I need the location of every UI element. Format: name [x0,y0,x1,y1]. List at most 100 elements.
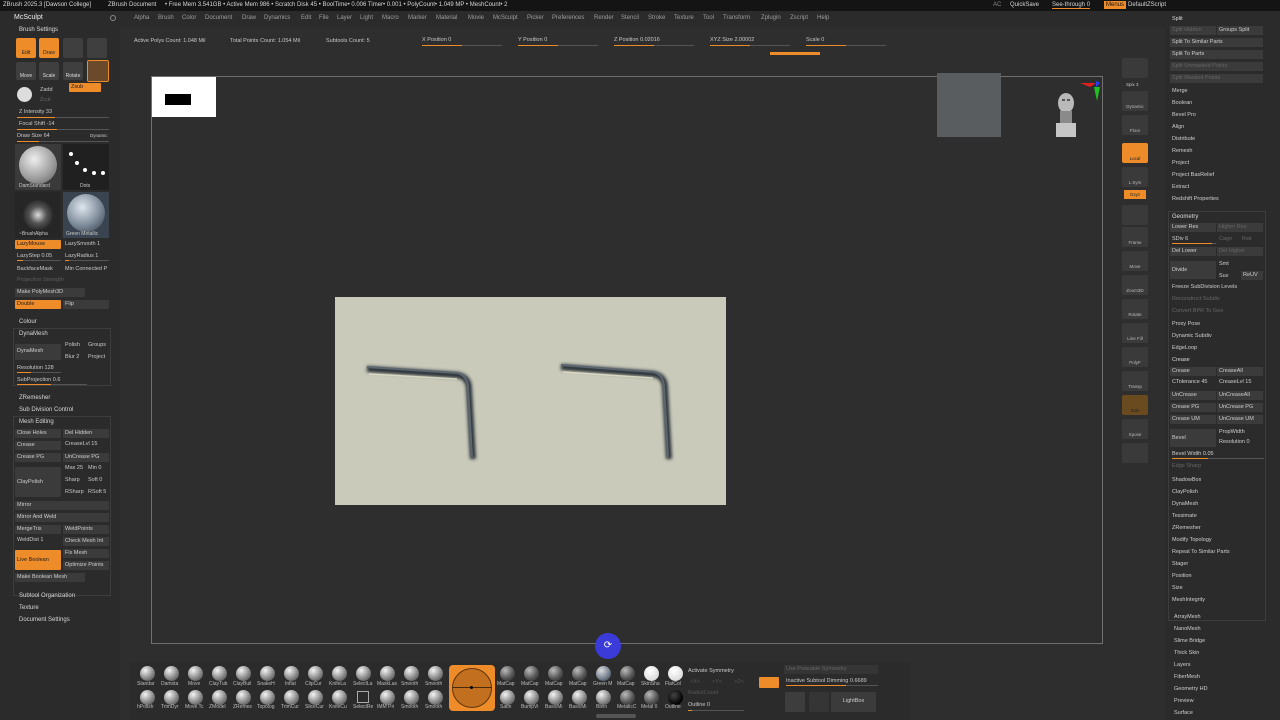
rgb-icon[interactable] [63,38,83,58]
lazysmooth-slider[interactable]: LazySmooth 1 [65,241,100,247]
line-fill-button[interactable]: Line Fill [1122,323,1148,343]
thick-skin-section[interactable]: Thick Skin [1174,650,1199,656]
crease-pg-button[interactable]: Crease PG [15,453,61,462]
sculpt-mesh-plane[interactable] [335,297,726,505]
shadowbox-section[interactable]: ShadowBox [1172,477,1201,483]
menu-zplugin[interactable]: Zplugin [761,15,781,21]
symmetry-z-toggle[interactable]: >Z< [734,679,744,685]
material-matcap-icon[interactable] [524,666,539,681]
menu-movie[interactable]: Movie [468,15,484,21]
rstr-button[interactable]: Rstr [1242,236,1252,242]
solo-button[interactable]: Solo [1122,395,1148,415]
menu-draw[interactable]: Draw [242,15,256,21]
geometry-hd-section[interactable]: Geometry HD [1174,686,1208,692]
rsharp-slider[interactable]: RSharp [65,489,84,495]
menu-macro[interactable]: Macro [382,15,399,21]
dynamesh-button[interactable]: DynaMesh [15,344,61,360]
zintensity-orb-icon[interactable] [17,87,32,102]
move-view-button[interactable]: Move [1122,251,1148,271]
split-similar-button[interactable]: Split To Similar Parts [1170,38,1263,47]
texture-header[interactable]: Texture [19,605,39,611]
bevel-width-slider[interactable]: Bevel Width 0.05 [1172,451,1214,457]
ctolerance-slider[interactable]: CTolerance 45 [1172,379,1207,385]
higher-res-button[interactable]: Higher Res [1217,223,1263,232]
dynamic-toggle[interactable]: Dynamic [90,133,108,138]
uncrease-pg-button[interactable]: UnCrease PG [1217,403,1263,412]
mergetris-button[interactable]: MergeTris [15,525,61,534]
document-settings-header[interactable]: Document Settings [19,617,70,623]
sharp-slider[interactable]: Sharp [65,477,80,483]
brush-topology-icon[interactable] [260,690,275,705]
menu-zscript[interactable]: Zscript [790,15,808,21]
zremesher-header[interactable]: ZRemesher [19,395,50,401]
menu-document[interactable]: Document [205,15,232,21]
z-position-slider[interactable]: Z Position 0.02016 [614,37,660,43]
color-picker[interactable] [449,665,495,711]
transp-button[interactable]: Transp [1122,371,1148,391]
max-slider[interactable]: Max 25 [65,465,83,471]
brush-move-icon[interactable] [188,666,203,681]
zsub-button[interactable]: Zsub [69,83,101,92]
welddist-slider[interactable]: WeldDist 1 [17,537,44,543]
dynamesh-section[interactable]: DynaMesh [1172,501,1198,507]
brush-movetopo-icon[interactable] [188,690,203,705]
rotate-view-button[interactable]: Rotate [1122,299,1148,319]
material-basicmaterial-icon[interactable] [548,690,563,705]
split-masked-button[interactable]: Split Masked Points [1170,74,1263,83]
polish-toggle[interactable]: Polish [65,342,80,348]
brush-smooth3-icon[interactable] [404,690,419,705]
brush-selectrect-icon[interactable] [357,691,369,703]
arraymesh-section[interactable]: ArrayMesh [1174,614,1201,620]
brush-inflate-icon[interactable] [284,666,299,681]
edgeloop-section[interactable]: EdgeLoop [1172,345,1197,351]
xyz-size-slider[interactable]: XYZ Size 2.00002 [710,37,754,43]
rsoft-slider[interactable]: RSoft 5 [88,489,106,495]
brush-imm-primitives-icon[interactable] [380,690,395,705]
material-basicmaterial2-icon[interactable] [572,690,587,705]
zadd-icon[interactable] [87,38,107,58]
material-green-metallic-icon[interactable] [596,666,611,681]
dynamesh-header[interactable]: DynaMesh [19,331,48,337]
lower-res-button[interactable]: Lower Res [1170,223,1216,232]
inactive-dimming-slider[interactable]: Inactive Subtool Dimming 0.6689 [786,678,867,684]
menu-stencil[interactable]: Stencil [621,15,639,21]
extra-button[interactable] [1122,443,1148,463]
menu-tool[interactable]: Tool [703,15,714,21]
crease-button[interactable]: Crease [15,441,61,450]
use-poseable-symmetry-button[interactable]: Use Poseable Symmetry [784,665,878,674]
menu-color[interactable]: Color [182,15,196,21]
lsym-button[interactable]: L.Sym [1122,167,1148,187]
scale-mode-button[interactable]: Scale [39,62,59,80]
dynamic-subdiv-section[interactable]: Dynamic Subdiv [1172,333,1212,339]
bevel-resolution-slider[interactable]: Resolution 0 [1219,439,1250,445]
material-blinn-icon[interactable] [596,690,611,705]
material-matcap-icon[interactable] [500,666,515,681]
symmetry-x-toggle[interactable]: >X< [690,679,700,685]
del-lower-button[interactable]: Del Lower [1170,247,1216,256]
brush-masklasso-icon[interactable] [380,666,395,681]
make-boolean-mesh-button[interactable]: Make Boolean Mesh [15,573,85,582]
focal-shift-slider[interactable]: Focal Shift -14 [19,121,54,127]
material-outline-icon[interactable] [668,690,683,705]
brush-hpolish-icon[interactable] [140,690,155,705]
navigator-overlay[interactable] [937,73,1001,137]
default-zscript-button[interactable]: DefaultZScript [1128,2,1166,8]
edit-mode-button[interactable]: Edit [16,38,36,58]
extract-section[interactable]: Extract [1172,184,1189,190]
project-basrelief-section[interactable]: Project BasRelief [1172,172,1214,178]
brush-settings-header[interactable]: Brush Settings [19,27,58,33]
boolean-section[interactable]: Boolean [1172,100,1192,106]
optimize-points-button[interactable]: Optimize Points [63,561,109,570]
close-holes-button[interactable]: Close Holes [15,429,61,438]
material-metalliccavity-icon[interactable] [620,690,635,705]
menu-picker[interactable]: Picker [527,15,544,21]
split-hidden-button[interactable]: Split Hidden [1170,26,1216,35]
brush-selectlasso-icon[interactable] [356,666,371,681]
modify-topology-section[interactable]: Modify Topology [1172,537,1212,543]
fibermesh-section[interactable]: FiberMesh [1174,674,1200,680]
subdivision-header[interactable]: Sub Division Control [19,407,73,413]
resolution-slider[interactable]: Resolution 128 [17,365,54,371]
bevel-pro-section[interactable]: Bevel Pro [1172,112,1196,118]
project-section[interactable]: Project [1172,160,1189,166]
material-metal-icon[interactable] [644,690,659,705]
